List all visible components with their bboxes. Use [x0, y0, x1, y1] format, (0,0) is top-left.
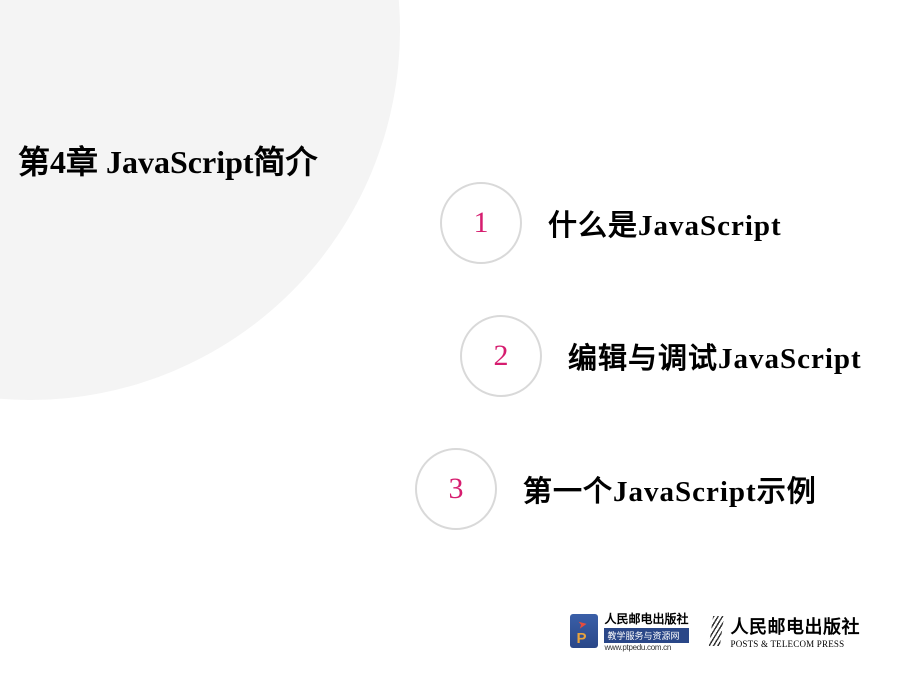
- item-number-2: 2: [460, 315, 542, 397]
- ptpedu-name: 人民邮电出版社: [604, 610, 688, 627]
- toc-item-1: 1 什么是JavaScript: [440, 182, 782, 264]
- posts-telecom-icon: [711, 616, 725, 646]
- item-text-1: 什么是JavaScript: [548, 202, 782, 244]
- footer: P 人民邮电出版社 教学服务与资源网 www.ptpedu.com.cn 人民邮…: [566, 608, 860, 654]
- item-number-1: 1: [440, 182, 522, 264]
- ptpedu-url: www.ptpedu.com.cn: [604, 643, 688, 652]
- item-text-2: 编辑与调试JavaScript: [568, 335, 862, 377]
- ptpedu-text: 人民邮电出版社 教学服务与资源网 www.ptpedu.com.cn: [604, 610, 688, 652]
- toc-item-3: 3 第一个JavaScript示例: [415, 448, 817, 530]
- publisher-logo-posts-telecom: 人民邮电出版社 POSTS & TELECOM PRESS: [711, 613, 861, 649]
- ptpedu-icon: P: [570, 614, 598, 648]
- posts-telecom-text: 人民邮电出版社 POSTS & TELECOM PRESS: [731, 613, 861, 649]
- item-number-3: 3: [415, 448, 497, 530]
- publisher-logo-ptpedu: P 人民邮电出版社 教学服务与资源网 www.ptpedu.com.cn: [566, 608, 692, 654]
- ptpedu-subtitle: 教学服务与资源网: [604, 628, 688, 643]
- background-circle: [0, 0, 400, 400]
- posts-telecom-name: 人民邮电出版社: [731, 613, 861, 639]
- ptpedu-letter: P: [576, 630, 586, 647]
- chapter-title: 第4章 JavaScript简介: [18, 137, 318, 183]
- item-text-3: 第一个JavaScript示例: [523, 468, 817, 510]
- toc-item-2: 2 编辑与调试JavaScript: [460, 315, 862, 397]
- posts-telecom-subtitle: POSTS & TELECOM PRESS: [731, 639, 861, 649]
